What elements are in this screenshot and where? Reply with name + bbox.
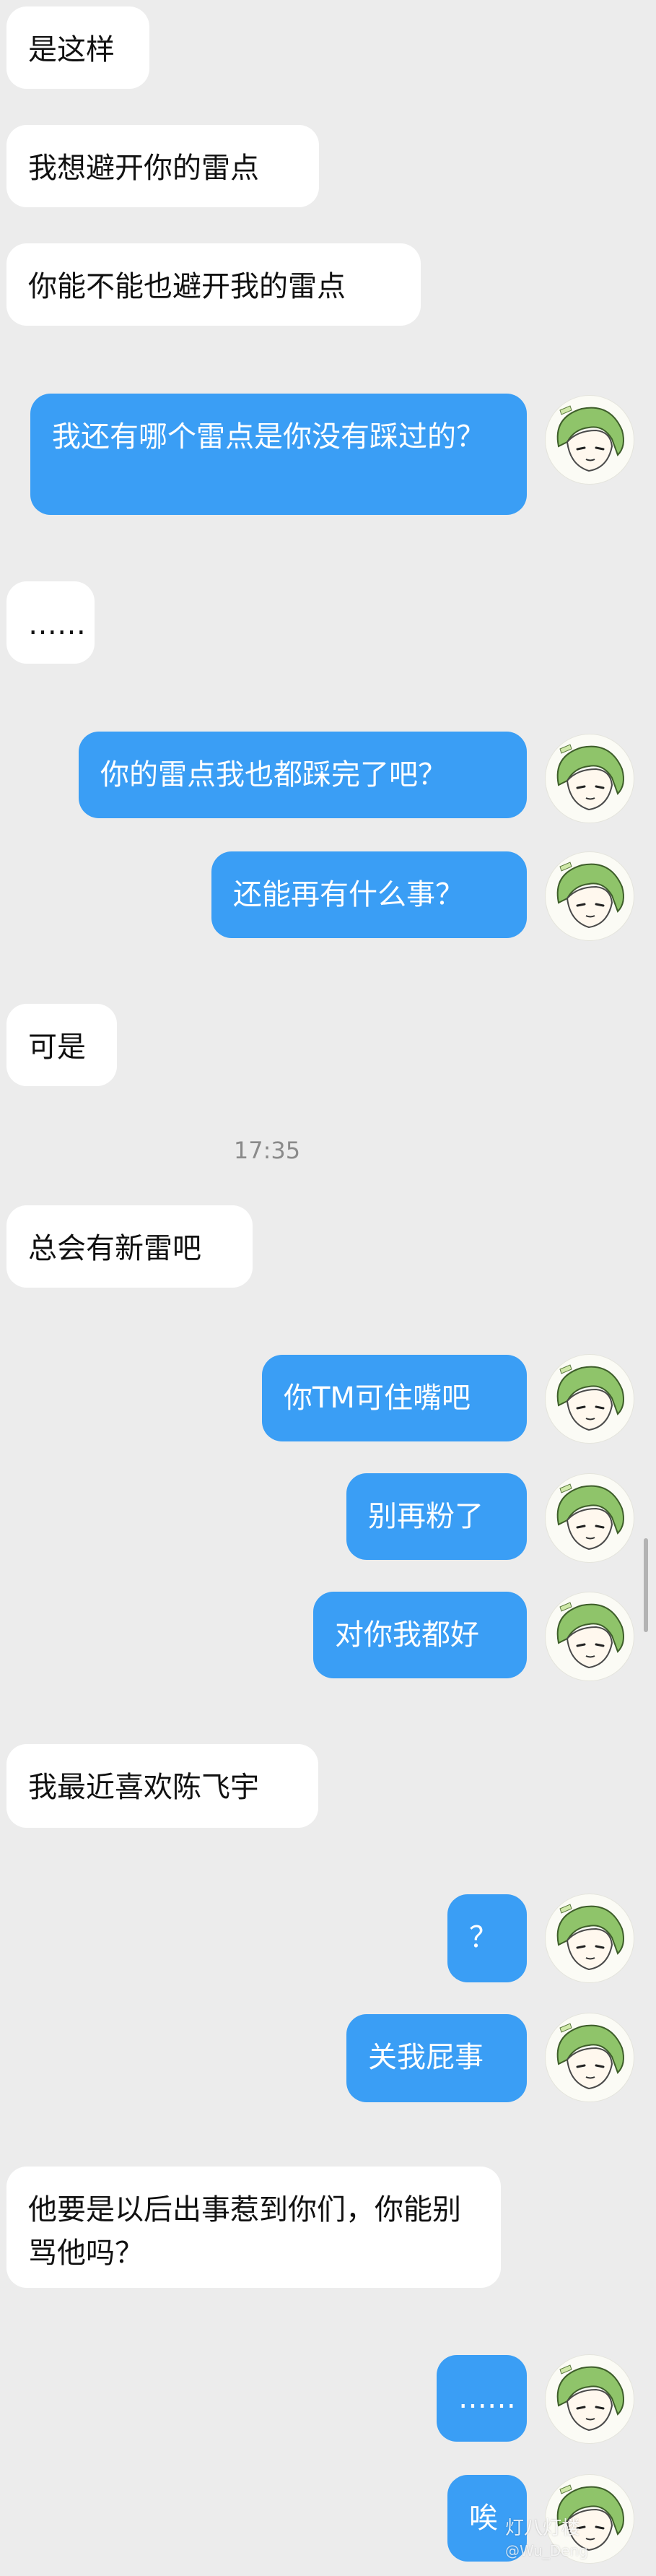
incoming-message[interactable]: 我想避开你的雷点 xyxy=(6,125,319,207)
watermark-handle: @Wu_Deng xyxy=(505,2542,588,2559)
outgoing-message[interactable]: 别再粉了 xyxy=(346,1473,527,1560)
green-hair-character-avatar-icon xyxy=(556,2364,624,2432)
user-avatar[interactable] xyxy=(546,734,634,823)
user-avatar[interactable] xyxy=(546,2355,634,2443)
incoming-message[interactable]: 是这样 xyxy=(6,6,149,89)
green-hair-character-avatar-icon xyxy=(556,744,624,811)
green-hair-character-avatar-icon xyxy=(556,1904,624,1971)
user-avatar[interactable] xyxy=(546,1592,634,1681)
outgoing-message[interactable]: ？ xyxy=(447,1894,527,1982)
user-avatar[interactable] xyxy=(546,2013,634,2102)
watermark-text: 灯八灯楼 xyxy=(505,2518,581,2539)
scrollbar-thumb[interactable] xyxy=(644,1538,648,1632)
green-hair-character-avatar-icon xyxy=(556,862,624,929)
incoming-message[interactable]: 总会有新雷吧 xyxy=(6,1205,253,1288)
incoming-message[interactable]: …… xyxy=(6,581,95,664)
incoming-message[interactable]: 可是 xyxy=(6,1004,117,1086)
incoming-message[interactable]: 你能不能也避开我的雷点 xyxy=(6,243,421,326)
user-avatar[interactable] xyxy=(546,852,634,940)
outgoing-message[interactable]: 你的雷点我也都踩完了吧？ xyxy=(79,732,527,818)
outgoing-message[interactable]: 你TM可住嘴吧 xyxy=(262,1355,527,1441)
green-hair-character-avatar-icon xyxy=(556,2023,624,2090)
outgoing-message[interactable]: …… xyxy=(437,2355,527,2442)
user-avatar[interactable] xyxy=(546,1355,634,1443)
outgoing-message[interactable]: 我还有哪个雷点是你没有踩过的？ xyxy=(30,394,527,515)
outgoing-message[interactable]: 关我屁事 xyxy=(346,2014,527,2102)
outgoing-message[interactable]: 还能再有什么事？ xyxy=(211,851,527,938)
incoming-message[interactable]: 我最近喜欢陈飞宇 xyxy=(6,1744,318,1828)
chat-screen: { "messages": [ {"side": "left", "text":… xyxy=(0,0,656,2576)
user-avatar[interactable] xyxy=(546,1894,634,1982)
green-hair-character-avatar-icon xyxy=(556,405,624,472)
timestamp: 17:35 xyxy=(233,1137,301,1164)
user-avatar[interactable] xyxy=(546,396,634,484)
user-avatar[interactable] xyxy=(546,1474,634,1562)
incoming-message[interactable]: 他要是以后出事惹到你们，你能别骂他吗？ xyxy=(6,2167,501,2288)
green-hair-character-avatar-icon xyxy=(556,1364,624,1431)
green-hair-character-avatar-icon xyxy=(556,1483,624,1551)
outgoing-message[interactable]: 对你我都好 xyxy=(313,1592,527,1678)
green-hair-character-avatar-icon xyxy=(556,1602,624,1669)
